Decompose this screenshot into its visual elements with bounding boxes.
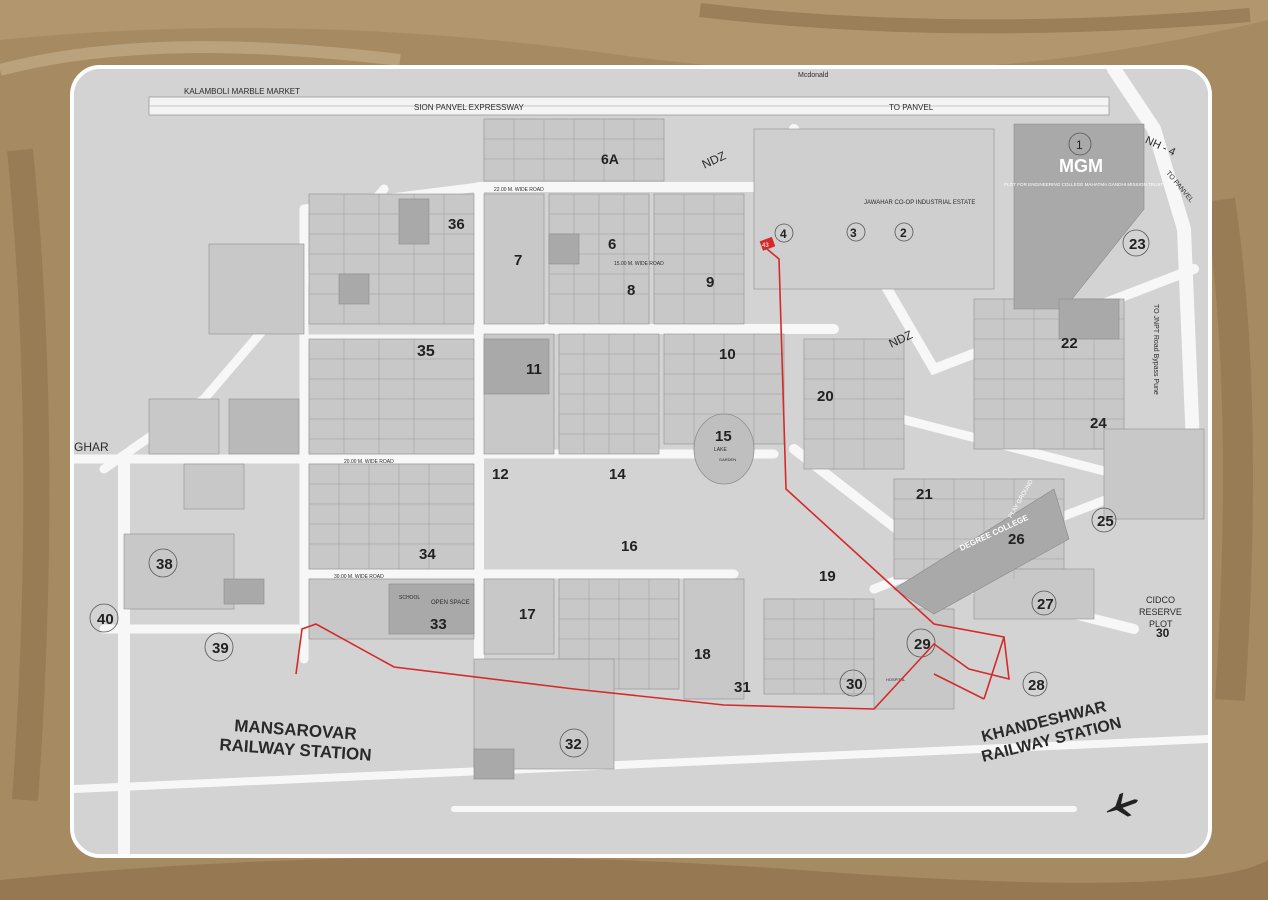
svg-text:11: 11 xyxy=(526,361,542,378)
svg-text:32: 32 xyxy=(565,736,582,753)
cidco-line-2: RESERVE xyxy=(1139,607,1182,617)
svg-text:15: 15 xyxy=(715,428,732,445)
svg-text:26: 26 xyxy=(1008,531,1025,548)
svg-text:21: 21 xyxy=(916,486,933,503)
svg-text:12: 12 xyxy=(492,466,509,483)
svg-text:39: 39 xyxy=(212,640,229,657)
svg-text:3: 3 xyxy=(850,226,857,240)
svg-text:2: 2 xyxy=(900,226,907,240)
ghar-label: GHAR xyxy=(74,440,109,454)
svg-text:6: 6 xyxy=(608,236,616,253)
mgm-subtitle: PLOT FOR ENGINEERING COLLEGE MAHATMA GAN… xyxy=(1004,182,1163,187)
to-jnpt-label: TO JNPT Road Bypass Pune xyxy=(1152,304,1159,395)
open-space-label: OPEN SPACE xyxy=(431,600,470,606)
svg-text:9: 9 xyxy=(706,274,714,291)
road-label-15: 15.00 M. WIDE ROAD xyxy=(614,261,664,267)
svg-text:33: 33 xyxy=(430,616,447,633)
kalamboli-label: KALAMBOLI MARBLE MARKET xyxy=(184,87,300,96)
cidco-line-1: CIDCO xyxy=(1146,595,1175,605)
expressway xyxy=(148,96,1110,116)
svg-text:20: 20 xyxy=(817,388,834,405)
svg-text:40: 40 xyxy=(97,611,114,628)
svg-text:28: 28 xyxy=(1028,677,1045,694)
road-label-30: 30.00 M. WIDE ROAD xyxy=(334,574,384,580)
mgm-title: MGM xyxy=(1059,156,1103,176)
sector-map[interactable]: SION PANVEL EXPRESSWAY TO PANVEL KALAMBO… xyxy=(74,69,1208,854)
to-panvel-label: TO PANVEL xyxy=(889,103,934,112)
svg-text:34: 34 xyxy=(419,546,436,563)
svg-text:43: 43 xyxy=(762,243,769,249)
svg-text:38: 38 xyxy=(156,556,173,573)
svg-text:7: 7 xyxy=(514,252,522,269)
svg-text:16: 16 xyxy=(621,538,638,555)
svg-text:14: 14 xyxy=(609,466,626,483)
jawahar-label: JAWAHAR CO-OP INDUSTRIAL ESTATE xyxy=(864,200,975,206)
school-label: SCHOOL xyxy=(399,595,420,601)
road-label-20: 20.00 M. WIDE ROAD xyxy=(344,459,394,465)
svg-text:18: 18 xyxy=(694,646,711,663)
svg-text:24: 24 xyxy=(1090,415,1107,432)
map-frame: SION PANVEL EXPRESSWAY TO PANVEL KALAMBO… xyxy=(70,65,1212,858)
road-label-22: 22.00 M. WIDE ROAD xyxy=(494,187,544,193)
expressway-label: SION PANVEL EXPRESSWAY xyxy=(414,103,524,112)
svg-text:17: 17 xyxy=(519,606,536,623)
svg-text:4: 4 xyxy=(780,227,787,241)
lake-label: LAKE xyxy=(714,447,727,453)
svg-text:22: 22 xyxy=(1061,335,1078,352)
svg-text:10: 10 xyxy=(719,346,736,363)
svg-text:6A: 6A xyxy=(601,151,619,167)
svg-text:25: 25 xyxy=(1097,513,1114,530)
svg-text:19: 19 xyxy=(819,568,836,585)
svg-text:8: 8 xyxy=(627,282,635,299)
svg-text:23: 23 xyxy=(1129,236,1146,253)
svg-text:31: 31 xyxy=(734,679,751,696)
svg-text:30: 30 xyxy=(846,676,863,693)
svg-text:27: 27 xyxy=(1037,596,1054,613)
svg-text:36: 36 xyxy=(448,216,465,233)
mcdonald-label: Mcdonald xyxy=(798,72,828,79)
garden-label: GARDEN xyxy=(719,457,736,462)
svg-text:35: 35 xyxy=(417,343,435,360)
mgm-number: 1 xyxy=(1076,138,1083,152)
cidco-line-3: PLOT xyxy=(1149,619,1173,629)
